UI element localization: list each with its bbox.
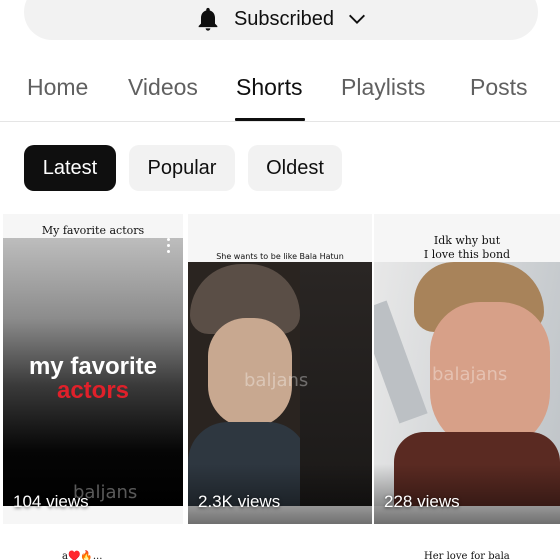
short-caption: a♥️🔥... bbox=[62, 551, 103, 560]
subscribed-label: Subscribed bbox=[233, 7, 335, 30]
chip-popular[interactable]: Popular bbox=[129, 145, 235, 191]
subscribed-button[interactable]: Subscribed bbox=[24, 0, 538, 40]
active-tab-indicator bbox=[235, 118, 305, 121]
short-caption-line2: I love this bond bbox=[423, 248, 511, 261]
short-caption: My favorite actors bbox=[41, 224, 145, 237]
next-row-peek: a♥️🔥... Her love for bala bbox=[0, 545, 560, 560]
watermark: baljans bbox=[244, 370, 309, 391]
short-caption-line1: Idk why but bbox=[433, 234, 501, 247]
short-card[interactable]: She wants to be like Bala Hatun baljans … bbox=[188, 214, 372, 524]
short-card[interactable]: Idk why but I love this bond balajans 22… bbox=[374, 214, 560, 524]
tab-home[interactable]: Home bbox=[27, 58, 88, 122]
tab-posts[interactable]: Posts bbox=[470, 58, 528, 122]
chevron-down-icon bbox=[349, 14, 366, 24]
channel-tabs: Home Videos Shorts Playlists Posts bbox=[0, 58, 560, 122]
chip-latest[interactable]: Latest bbox=[24, 145, 116, 191]
watermark: balajans bbox=[432, 364, 508, 385]
tab-playlists[interactable]: Playlists bbox=[341, 58, 425, 122]
tab-videos[interactable]: Videos bbox=[128, 58, 198, 122]
sort-chips: Latest Popular Oldest bbox=[0, 145, 560, 191]
tab-shorts[interactable]: Shorts bbox=[236, 58, 302, 122]
short-caption: Her love for bala bbox=[424, 551, 510, 560]
overlay-title-line2: actors bbox=[56, 377, 130, 404]
view-count: 104 views bbox=[13, 492, 89, 511]
view-count: 228 views bbox=[384, 492, 460, 511]
chip-oldest[interactable]: Oldest bbox=[248, 145, 342, 191]
bell-icon bbox=[198, 7, 218, 31]
shorts-grid: My favorite actors my favorite actors ba… bbox=[0, 214, 560, 524]
short-card[interactable]: My favorite actors my favorite actors ba… bbox=[3, 214, 183, 524]
view-count: 2.3K views bbox=[198, 492, 281, 511]
short-caption: She wants to be like Bala Hatun bbox=[216, 252, 344, 261]
more-options-icon[interactable] bbox=[167, 238, 171, 256]
